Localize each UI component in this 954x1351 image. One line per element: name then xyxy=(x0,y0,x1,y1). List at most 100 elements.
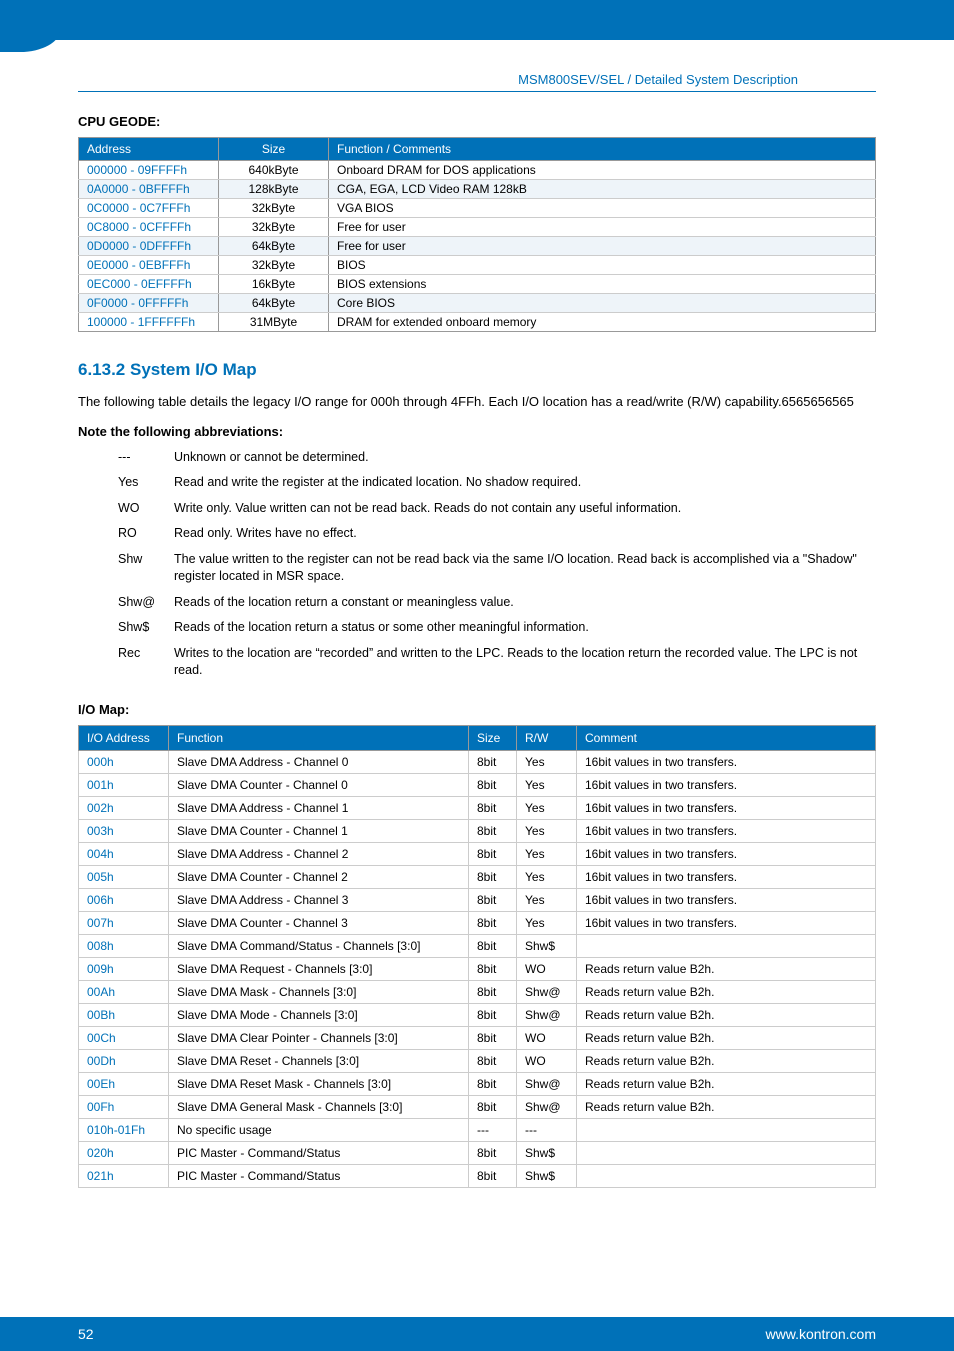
table-row: 0EC000 - 0EFFFFh16kByteBIOS extensions xyxy=(79,275,876,294)
table-row: 007hSlave DMA Counter - Channel 38bitYes… xyxy=(79,911,876,934)
mem-cell-func: Core BIOS xyxy=(329,294,876,313)
io-cell-func: PIC Master - Command/Status xyxy=(169,1141,469,1164)
io-cell-func: Slave DMA Counter - Channel 3 xyxy=(169,911,469,934)
table-row: 000000 - 09FFFFh640kByteOnboard DRAM for… xyxy=(79,161,876,180)
io-cell-size: 8bit xyxy=(469,934,517,957)
table-row: 000hSlave DMA Address - Channel 08bitYes… xyxy=(79,750,876,773)
io-cell-size: 8bit xyxy=(469,773,517,796)
io-cell-rw: Shw@ xyxy=(517,980,577,1003)
io-header-size: Size xyxy=(469,725,517,750)
io-cell-comment: Reads return value B2h. xyxy=(577,957,876,980)
io-cell-comment: 16bit values in two transfers. xyxy=(577,842,876,865)
table-row: 00DhSlave DMA Reset - Channels [3:0]8bit… xyxy=(79,1049,876,1072)
mem-cell-addr: 000000 - 09FFFFh xyxy=(79,161,219,180)
io-cell-size: --- xyxy=(469,1118,517,1141)
io-cell-size: 8bit xyxy=(469,819,517,842)
io-cell-comment: 16bit values in two transfers. xyxy=(577,796,876,819)
io-cell-func: Slave DMA Mode - Channels [3:0] xyxy=(169,1003,469,1026)
table-row: 0F0000 - 0FFFFFh64kByteCore BIOS xyxy=(79,294,876,313)
io-cell-comment: Reads return value B2h. xyxy=(577,980,876,1003)
io-cell-func: Slave DMA Address - Channel 3 xyxy=(169,888,469,911)
memory-map-table: Address Size Function / Comments 000000 … xyxy=(78,137,876,332)
page-footer: 52 www.kontron.com xyxy=(0,1317,954,1351)
io-cell-func: Slave DMA Counter - Channel 0 xyxy=(169,773,469,796)
table-row: 020hPIC Master - Command/Status8bitShw$ xyxy=(79,1141,876,1164)
abbrev-value: Unknown or cannot be determined. xyxy=(174,449,876,467)
table-row: 0A0000 - 0BFFFFh128kByteCGA, EGA, LCD Vi… xyxy=(79,180,876,199)
table-row: 00BhSlave DMA Mode - Channels [3:0]8bitS… xyxy=(79,1003,876,1026)
io-cell-addr: 021h xyxy=(79,1164,169,1187)
mem-cell-func: BIOS xyxy=(329,256,876,275)
io-cell-addr: 00Fh xyxy=(79,1095,169,1118)
io-cell-func: PIC Master - Command/Status xyxy=(169,1164,469,1187)
mem-cell-func: DRAM for extended onboard memory xyxy=(329,313,876,332)
io-cell-rw: Shw@ xyxy=(517,1095,577,1118)
io-cell-addr: 005h xyxy=(79,865,169,888)
io-cell-comment: 16bit values in two transfers. xyxy=(577,819,876,842)
mem-cell-func: Free for user xyxy=(329,237,876,256)
io-cell-size: 8bit xyxy=(469,911,517,934)
list-item: RecWrites to the location are “recorded”… xyxy=(118,645,876,680)
io-cell-rw: Yes xyxy=(517,888,577,911)
io-cell-addr: 000h xyxy=(79,750,169,773)
mem-cell-size: 32kByte xyxy=(219,218,329,237)
io-cell-size: 8bit xyxy=(469,1141,517,1164)
io-cell-func: Slave DMA Address - Channel 2 xyxy=(169,842,469,865)
mem-cell-addr: 0E0000 - 0EBFFFh xyxy=(79,256,219,275)
io-cell-comment xyxy=(577,1118,876,1141)
cpu-geode-heading: CPU GEODE: xyxy=(78,114,876,129)
io-cell-rw: Yes xyxy=(517,865,577,888)
table-row: 005hSlave DMA Counter - Channel 28bitYes… xyxy=(79,865,876,888)
io-cell-rw: Shw@ xyxy=(517,1072,577,1095)
table-row: 002hSlave DMA Address - Channel 18bitYes… xyxy=(79,796,876,819)
io-cell-comment: Reads return value B2h. xyxy=(577,1049,876,1072)
table-row: 0E0000 - 0EBFFFh32kByteBIOS xyxy=(79,256,876,275)
io-cell-addr: 003h xyxy=(79,819,169,842)
io-cell-func: No specific usage xyxy=(169,1118,469,1141)
io-cell-func: Slave DMA Command/Status - Channels [3:0… xyxy=(169,934,469,957)
mem-cell-addr: 0C8000 - 0CFFFFh xyxy=(79,218,219,237)
abbrev-key: Rec xyxy=(118,645,174,680)
io-cell-addr: 009h xyxy=(79,957,169,980)
table-row: 001hSlave DMA Counter - Channel 08bitYes… xyxy=(79,773,876,796)
list-item: YesRead and write the register at the in… xyxy=(118,474,876,492)
mem-cell-size: 32kByte xyxy=(219,256,329,275)
io-cell-rw: Shw$ xyxy=(517,1141,577,1164)
io-header-rw: R/W xyxy=(517,725,577,750)
io-cell-comment xyxy=(577,934,876,957)
mem-cell-size: 32kByte xyxy=(219,199,329,218)
footer-url: www.kontron.com xyxy=(766,1326,876,1342)
system-io-map-intro: The following table details the legacy I… xyxy=(78,392,876,412)
mem-cell-size: 31MByte xyxy=(219,313,329,332)
io-cell-rw: Shw@ xyxy=(517,1003,577,1026)
io-header-comment: Comment xyxy=(577,725,876,750)
mem-cell-addr: 0D0000 - 0DFFFFh xyxy=(79,237,219,256)
table-row: 100000 - 1FFFFFFh31MByteDRAM for extende… xyxy=(79,313,876,332)
mem-cell-size: 64kByte xyxy=(219,237,329,256)
io-map-heading: I/O Map: xyxy=(78,702,876,717)
mem-cell-size: 128kByte xyxy=(219,180,329,199)
mem-cell-size: 64kByte xyxy=(219,294,329,313)
mem-cell-func: Onboard DRAM for DOS applications xyxy=(329,161,876,180)
abbrev-key: --- xyxy=(118,449,174,467)
abbrev-value: Reads of the location return a constant … xyxy=(174,594,876,612)
list-item: WOWrite only. Value written can not be r… xyxy=(118,500,876,518)
table-row: 0C0000 - 0C7FFFh32kByteVGA BIOS xyxy=(79,199,876,218)
io-cell-comment: 16bit values in two transfers. xyxy=(577,911,876,934)
mem-cell-addr: 0F0000 - 0FFFFFh xyxy=(79,294,219,313)
io-cell-size: 8bit xyxy=(469,888,517,911)
abbrev-key: WO xyxy=(118,500,174,518)
mem-cell-func: Free for user xyxy=(329,218,876,237)
abbrev-value: Writes to the location are “recorded” an… xyxy=(174,645,876,680)
io-cell-addr: 001h xyxy=(79,773,169,796)
io-cell-size: 8bit xyxy=(469,750,517,773)
io-header-addr: I/O Address xyxy=(79,725,169,750)
io-cell-rw: Yes xyxy=(517,796,577,819)
abbrev-list: ---Unknown or cannot be determined. YesRe… xyxy=(118,449,876,680)
io-cell-size: 8bit xyxy=(469,1095,517,1118)
io-cell-rw: Shw$ xyxy=(517,1164,577,1187)
io-cell-func: Slave DMA Address - Channel 1 xyxy=(169,796,469,819)
io-cell-comment: 16bit values in two transfers. xyxy=(577,773,876,796)
abbrev-key: Shw$ xyxy=(118,619,174,637)
io-cell-size: 8bit xyxy=(469,796,517,819)
